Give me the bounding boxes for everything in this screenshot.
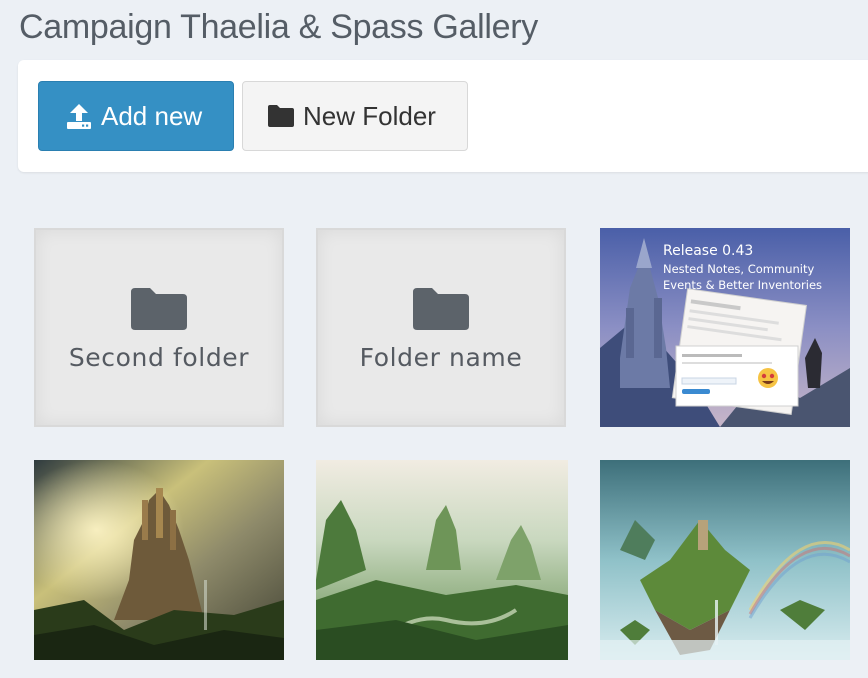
gallery-image-green-valley[interactable]	[316, 460, 568, 660]
folder-tile-folder-name[interactable]: Folder name	[316, 228, 566, 427]
page-title: Campaign Thaelia & Spass Gallery	[19, 8, 538, 46]
folder-label: Folder name	[359, 343, 523, 372]
add-new-button[interactable]: Add new	[38, 81, 234, 151]
gallery-image-floating-island[interactable]	[600, 460, 850, 660]
folder-icon	[130, 287, 188, 331]
add-new-label: Add new	[101, 100, 203, 131]
floating-island-image	[600, 460, 850, 660]
new-folder-button[interactable]: New Folder	[242, 81, 468, 151]
gallery-toolbar: Add new New Folder	[18, 60, 868, 172]
fantasy-castle-image	[34, 460, 284, 660]
green-valley-image	[316, 460, 568, 660]
new-folder-label: New Folder	[303, 100, 436, 131]
release-title: Release 0.43	[663, 243, 753, 259]
folder-icon	[412, 287, 470, 331]
folder-tile-second-folder[interactable]: Second folder	[34, 228, 284, 427]
folder-label: Second folder	[68, 343, 250, 372]
gallery-image-release-banner[interactable]: Release 0.43 Nested Notes, Community Eve…	[600, 228, 850, 427]
upload-icon	[65, 102, 93, 130]
release-banner-image: Release 0.43 Nested Notes, Community Eve…	[600, 228, 850, 427]
folder-icon	[267, 104, 295, 128]
gallery-image-fantasy-castle[interactable]	[34, 460, 284, 660]
